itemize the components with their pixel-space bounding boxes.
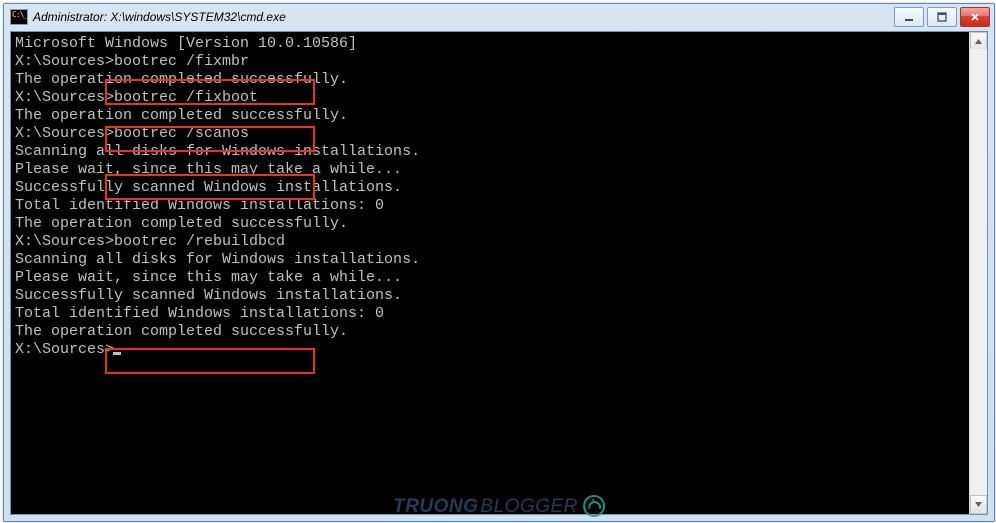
output-line: Successfully scanned Windows installatio… [15,287,969,305]
minimize-button[interactable] [894,7,924,27]
watermark-text-thin: BLOGGER [480,497,577,516]
output-line: Scanning all disks for Windows installat… [15,143,969,161]
vertical-scrollbar[interactable] [969,32,987,514]
command-line: X:\Sources>bootrec /scanos [15,125,969,143]
cmd-icon [10,9,28,25]
scroll-down-button[interactable] [970,495,987,514]
watermark-icon [583,495,605,517]
window-controls [894,7,990,27]
version-line: Microsoft Windows [Version 10.0.10586] [15,35,969,53]
titlebar[interactable]: Administrator: X:\windows\SYSTEM32\cmd.e… [4,4,994,30]
command-line: X:\Sources>bootrec /rebuildbcd [15,233,969,251]
watermark-text-bold: TRUONG [393,497,478,516]
output-line: Scanning all disks for Windows installat… [15,251,969,269]
terminal-output[interactable]: Microsoft Windows [Version 10.0.10586]X:… [11,32,969,514]
output-line: The operation completed successfully. [15,215,969,233]
command-line: X:\Sources>bootrec /fixmbr [15,53,969,71]
window-title: Administrator: X:\windows\SYSTEM32\cmd.e… [33,10,894,24]
output-line: The operation completed successfully. [15,323,969,341]
maximize-button[interactable] [927,7,957,27]
close-button[interactable] [960,7,990,27]
cmd-window: Administrator: X:\windows\SYSTEM32\cmd.e… [3,3,995,522]
output-line: The operation completed successfully. [15,71,969,89]
scroll-track[interactable] [970,49,987,497]
output-line: Please wait, since this may take a while… [15,161,969,179]
text-cursor [113,352,121,355]
prompt-line[interactable]: X:\Sources> [15,341,969,359]
output-line: The operation completed successfully. [15,107,969,125]
output-line: Please wait, since this may take a while… [15,269,969,287]
command-line: X:\Sources>bootrec /fixboot [15,89,969,107]
output-line: Total identified Windows installations: … [15,197,969,215]
output-line: Successfully scanned Windows installatio… [15,179,969,197]
client-area: Microsoft Windows [Version 10.0.10586]X:… [10,31,988,515]
watermark-logo: TRUONGBLOGGER [393,495,605,517]
output-line: Total identified Windows installations: … [15,305,969,323]
